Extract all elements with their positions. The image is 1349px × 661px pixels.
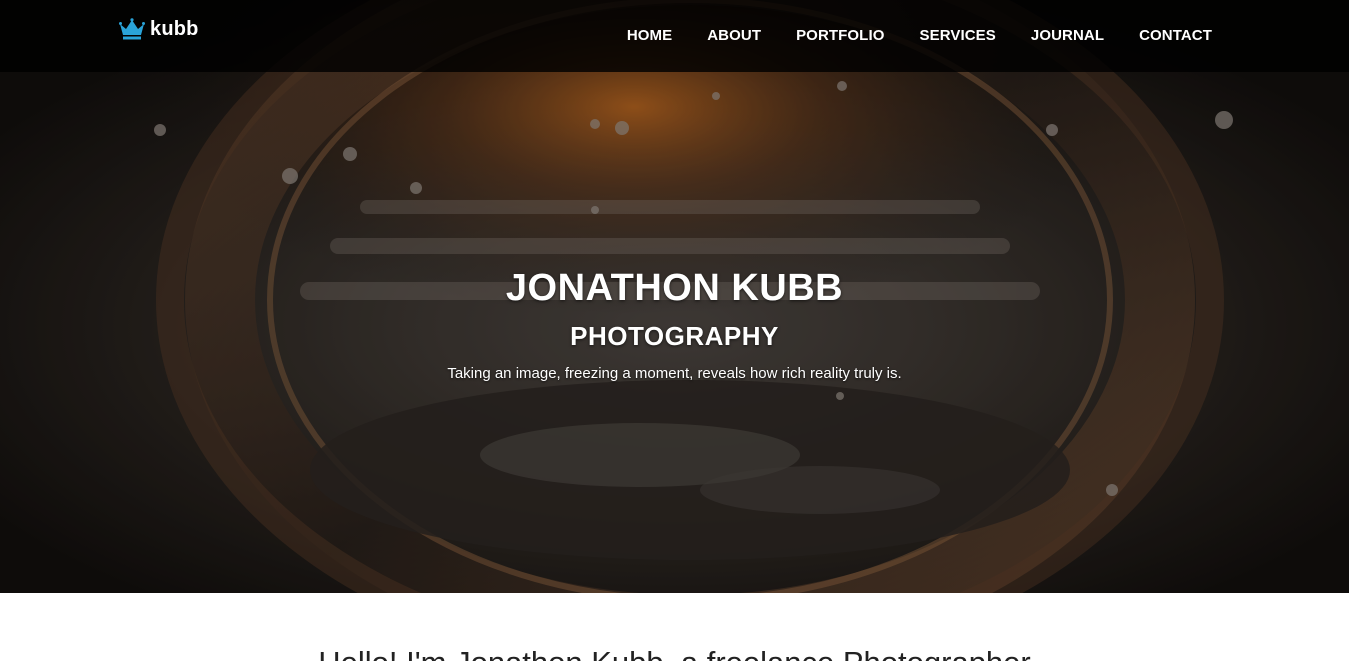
nav-item-portfolio[interactable]: PORTFOLIO bbox=[796, 26, 884, 46]
hero-section: kubb HOME ABOUT PORTFOLIO SERVICES JOURN… bbox=[0, 0, 1349, 593]
nav-item-services[interactable]: SERVICES bbox=[919, 26, 995, 46]
intro-heading: Hello! I'm Jonathon Kubb, a freelance Ph… bbox=[0, 643, 1349, 661]
brand-name: kubb bbox=[150, 17, 199, 40]
nav-item-home[interactable]: HOME bbox=[627, 26, 672, 46]
hero-text-block: JONATHON KUBB PHOTOGRAPHY Taking an imag… bbox=[0, 262, 1349, 385]
nav-item-journal[interactable]: JOURNAL bbox=[1031, 26, 1104, 46]
nav-item-about[interactable]: ABOUT bbox=[707, 26, 761, 46]
hero-title: JONATHON KUBB bbox=[505, 267, 844, 309]
hero-tagline: Taking an image, freezing a moment, reve… bbox=[447, 365, 902, 382]
nav-item-contact[interactable]: CONTACT bbox=[1139, 26, 1212, 46]
intro-section: Hello! I'm Jonathon Kubb, a freelance Ph… bbox=[0, 593, 1349, 661]
hero-subtitle: PHOTOGRAPHY bbox=[570, 321, 779, 351]
crown-icon bbox=[119, 18, 145, 40]
brand-logo[interactable]: kubb bbox=[119, 16, 199, 42]
main-nav: HOME ABOUT PORTFOLIO SERVICES JOURNAL CO… bbox=[592, 26, 1212, 46]
top-navbar: kubb HOME ABOUT PORTFOLIO SERVICES JOURN… bbox=[0, 0, 1349, 72]
